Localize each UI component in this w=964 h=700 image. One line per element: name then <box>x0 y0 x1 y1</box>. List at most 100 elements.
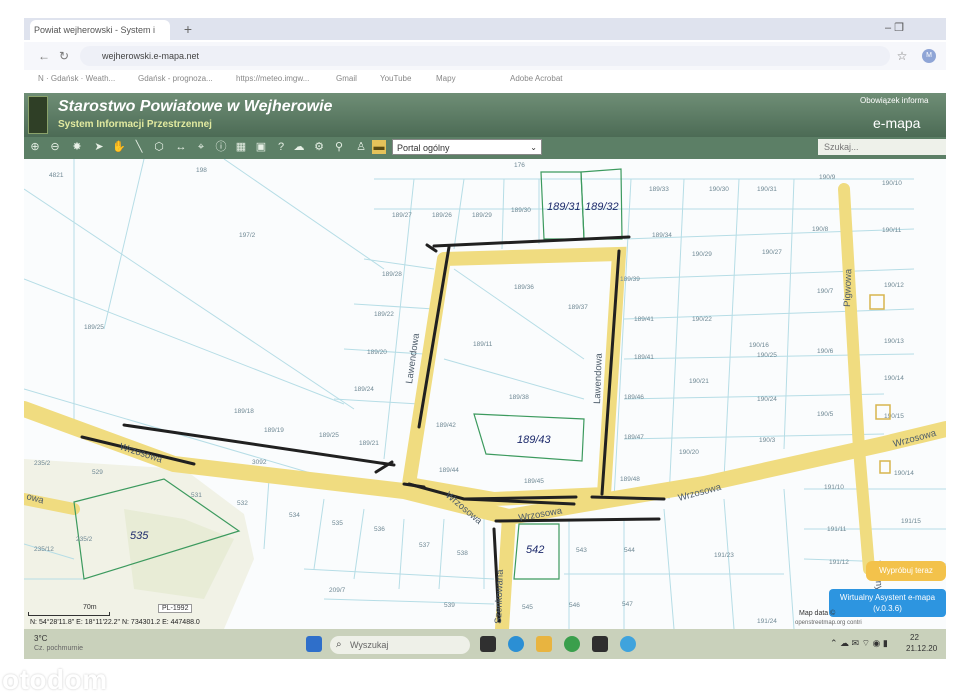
browser-tab[interactable]: Powiat wejherowski - System i <box>30 20 170 40</box>
map-search-input[interactable]: Szukaj... <box>818 139 946 155</box>
map-label: 189/25 <box>319 432 339 439</box>
reload-icon[interactable]: ↻ <box>56 48 72 64</box>
measure-line-icon[interactable]: ╲ <box>132 140 146 154</box>
map-label: 190/27 <box>762 249 782 256</box>
map-label: 235/2 <box>34 460 51 467</box>
file-explorer-icon[interactable] <box>536 636 552 652</box>
edge-icon[interactable] <box>508 636 524 652</box>
virtual-assistant-button[interactable]: Wirtualny Asystent e-mapa (v.0.3.6) <box>829 589 946 617</box>
bookmarks-bar: N · Gdańsk · Weath... Gdańsk - prognoza.… <box>24 70 946 90</box>
map-label: 189/32 <box>585 201 619 213</box>
info-icon[interactable]: ⓘ <box>214 140 228 154</box>
map-label: 189/26 <box>432 212 452 219</box>
try-now-button[interactable]: Wypróbuj teraz <box>866 561 946 581</box>
map-label: 190/3 <box>759 437 776 444</box>
map-label: 191/24 <box>757 618 777 625</box>
bookmark-item[interactable]: YouTube <box>380 74 411 83</box>
map-label: 190/22 <box>692 316 712 323</box>
bookmark-star-icon[interactable]: ☆ <box>894 48 910 64</box>
bookmark-item[interactable]: N · Gdańsk · Weath... <box>38 74 115 83</box>
map-label: 189/25 <box>84 324 104 331</box>
map-label: 536 <box>374 526 385 533</box>
map-label: Lawendowa <box>592 352 605 404</box>
street-view-icon[interactable]: ♙ <box>354 140 368 154</box>
map-label: 190/13 <box>884 338 904 345</box>
clock-date[interactable]: 21.12.20 <box>906 644 937 653</box>
window-controls[interactable]: – ❐ <box>885 21 945 37</box>
marker-icon[interactable]: ⚲ <box>332 140 346 154</box>
store-icon[interactable] <box>592 636 608 652</box>
start-icon[interactable] <box>306 636 322 652</box>
map-label: 191/12 <box>829 559 849 566</box>
map-label: 538 <box>457 550 468 557</box>
locate-icon[interactable]: ⌖ <box>194 140 208 154</box>
map-canvas[interactable]: 4821 198 176 189/27 189/26 189/29 189/30… <box>24 159 946 629</box>
measure-width-icon[interactable]: ↔ <box>174 140 188 154</box>
map-label: 531 <box>191 492 202 499</box>
information-notice-link[interactable]: Obowiązek informa <box>860 96 928 105</box>
map-label: 189/11 <box>473 341 493 348</box>
map-label: 189/29 <box>472 212 492 219</box>
taskbar-search-input[interactable]: Wyszukaj <box>330 636 470 654</box>
url-input[interactable]: wejherowski.e-mapa.net <box>80 46 890 66</box>
new-tab-button[interactable]: + <box>180 21 196 37</box>
map-label: 190/30 <box>709 186 729 193</box>
map-label: 189/28 <box>382 271 402 278</box>
page-subtitle: System Informacji Przestrzennej <box>58 119 212 130</box>
map-label: 189/27 <box>392 212 412 219</box>
clock-time[interactable]: 22 <box>910 633 919 642</box>
map-label: 190/21 <box>689 378 709 385</box>
map-label: 189/46 <box>624 394 644 401</box>
map-label: 191/11 <box>827 526 847 533</box>
assistant-version: (v.0.3.6) <box>873 604 902 613</box>
bookmark-item[interactable]: https://meteo.imgw... <box>236 74 309 83</box>
profile-avatar[interactable]: M <box>922 49 936 63</box>
layers-icon[interactable]: ▦ <box>234 140 248 154</box>
bookmark-item[interactable]: Mapy <box>436 74 456 83</box>
print-icon[interactable]: ▣ <box>254 140 268 154</box>
zoom-in-icon[interactable]: ⊕ <box>28 140 42 154</box>
map-label: 191/10 <box>824 484 844 491</box>
map-label: 190/29 <box>692 251 712 258</box>
map-label: 189/20 <box>367 349 387 356</box>
measure-area-icon[interactable]: ⬡ <box>152 140 166 154</box>
full-extent-icon[interactable]: ✸ <box>70 140 84 154</box>
e-mapa-logo: e-mapa <box>873 115 921 131</box>
map-label: 189/24 <box>354 386 374 393</box>
pan-hand-icon[interactable]: ✋ <box>112 140 126 154</box>
cloud-icon[interactable]: ☁ <box>292 140 306 154</box>
weather-temperature[interactable]: 3°C <box>34 634 47 643</box>
osm-attribution-link[interactable]: openstreetmap.org contri <box>795 620 862 626</box>
folder-icon[interactable]: ▬ <box>372 140 386 154</box>
bookmark-item[interactable]: Adobe Acrobat <box>510 74 562 83</box>
map-label: 197/2 <box>239 232 256 239</box>
map-label: 529 <box>92 469 103 476</box>
map-label: 189/42 <box>436 422 456 429</box>
map-label: 189/21 <box>359 440 379 447</box>
bookmark-item[interactable]: Gdańsk - prognoza... <box>138 74 213 83</box>
system-tray[interactable]: ⌃ ☁ ✉ ⌔ ◉ ▮ <box>830 638 888 649</box>
map-label: 190/16 <box>749 342 769 349</box>
map-label: 190/8 <box>812 226 829 233</box>
zoom-out-icon[interactable]: ⊖ <box>48 140 62 154</box>
map-label: 191/23 <box>714 552 734 559</box>
map-label: 190/5 <box>817 411 834 418</box>
settings-icon[interactable]: ⚙ <box>312 140 326 154</box>
crs-select[interactable]: PL-1992 <box>158 604 193 613</box>
map-label: 190/7 <box>817 288 834 295</box>
map-label: 535 <box>332 520 343 527</box>
map-label: 190/14 <box>884 375 904 382</box>
map-label: 191/15 <box>901 518 921 525</box>
chrome-icon[interactable] <box>564 636 580 652</box>
bookmark-item[interactable]: Gmail <box>336 74 357 83</box>
map-label: 209/7 <box>329 587 346 594</box>
portal-select[interactable]: Portal ogólny ⌄ <box>392 139 542 155</box>
back-icon[interactable]: ← <box>36 48 52 64</box>
map-label: 189/38 <box>509 394 529 401</box>
help-icon[interactable]: ? <box>274 140 288 154</box>
map-svg: 4821 198 176 189/27 189/26 189/29 189/30… <box>24 159 946 629</box>
app-icon[interactable] <box>620 636 636 652</box>
task-view-icon[interactable] <box>480 636 496 652</box>
pointer-icon[interactable]: ➤ <box>92 140 106 154</box>
coat-of-arms-icon <box>28 96 48 134</box>
